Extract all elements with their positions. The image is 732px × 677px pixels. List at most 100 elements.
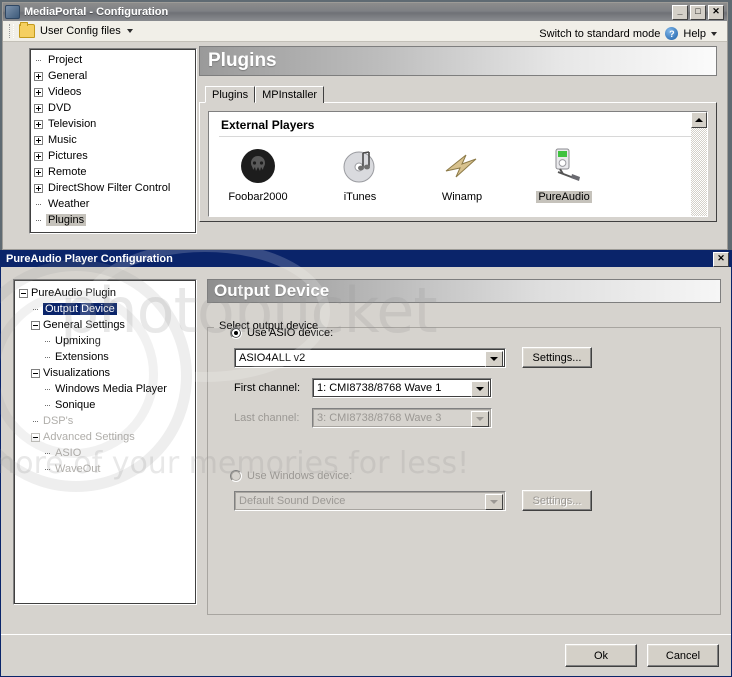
tree-item-music[interactable]: Music — [34, 132, 196, 148]
dialog-tree-item-windows-media-player[interactable]: Windows Media Player — [19, 381, 196, 397]
switch-to-standard-mode-link[interactable]: Switch to standard mode — [539, 28, 660, 40]
main-titlebar[interactable]: MediaPortal - Configuration _ □ ✕ — [3, 3, 727, 21]
first-channel-combobox[interactable]: 1: CMI8738/8768 Wave 1 — [312, 378, 492, 398]
tree-item-television[interactable]: Television — [34, 116, 196, 132]
tree-item-project[interactable]: Project — [34, 52, 196, 68]
triangle-down-icon — [490, 356, 498, 361]
chevron-down-icon[interactable] — [126, 29, 133, 33]
last-channel-row: Last channel: 3: CMI8738/8768 Wave 3 — [234, 408, 720, 428]
dialog-tree-item-general-settings[interactable]: General Settings — [19, 317, 196, 333]
tree-item-label: Advanced Settings — [43, 431, 135, 443]
help-label[interactable]: Help — [683, 28, 706, 40]
asio-device-combobox[interactable]: ASIO4ALL v2 — [234, 347, 506, 368]
tree-item-label: Music — [48, 134, 77, 146]
dropdown-arrow-icon — [471, 411, 489, 427]
first-channel-value: 1: CMI8738/8768 Wave 1 — [317, 382, 442, 394]
tree-item-plugins[interactable]: Plugins — [34, 212, 196, 228]
header-actions: Switch to standard mode ? Help — [539, 27, 717, 40]
tree-connector — [43, 449, 52, 458]
tree-item-weather[interactable]: Weather — [34, 196, 196, 212]
help-icon[interactable]: ? — [665, 27, 679, 40]
mediaportal-app-icon — [5, 5, 20, 19]
tree-item-label: General Settings — [43, 319, 125, 331]
tree-item-dvd[interactable]: DVD — [34, 100, 196, 116]
windows-device-value: Default Sound Device — [239, 494, 346, 507]
collapse-icon[interactable] — [31, 320, 40, 330]
player-item-pureaudio[interactable]: PureAudio — [529, 145, 599, 203]
player-item-itunes[interactable]: iTunes — [325, 145, 395, 203]
dropdown-arrow-icon[interactable] — [471, 381, 489, 397]
page-title: Plugins — [199, 46, 717, 76]
expand-icon[interactable] — [34, 71, 43, 81]
close-button[interactable]: ✕ — [708, 5, 724, 20]
dialog-tree-item-advanced-settings[interactable]: Advanced Settings — [19, 429, 196, 445]
dialog-tree-item-extensions[interactable]: Extensions — [19, 349, 196, 365]
expand-icon[interactable] — [34, 167, 43, 177]
player-label: Foobar2000 — [228, 191, 288, 203]
expand-icon[interactable] — [34, 151, 43, 161]
tree-item-label: Weather — [48, 198, 90, 210]
dialog-tree-item-waveout[interactable]: WaveOut — [19, 461, 196, 477]
dialog-close-button[interactable]: ✕ — [713, 252, 729, 267]
tree-item-label: WaveOut — [55, 463, 101, 475]
triangle-down-icon — [490, 499, 498, 504]
dialog-tree-item-sonique[interactable]: Sonique — [19, 397, 196, 413]
help-chevron-down-icon[interactable] — [711, 31, 717, 36]
dialog-tree-item-visualizations[interactable]: Visualizations — [19, 365, 196, 381]
collapse-icon[interactable] — [19, 288, 28, 298]
cancel-button[interactable]: Cancel — [647, 644, 719, 667]
triangle-down-icon — [476, 387, 484, 391]
dialog-tree-item-asio[interactable]: ASIO — [19, 445, 196, 461]
tree-item-label: DSP's — [43, 415, 74, 427]
radio-asio-icon[interactable] — [230, 327, 242, 339]
tab-mpinstaller[interactable]: MPInstaller — [255, 86, 325, 103]
dropdown-arrow-icon[interactable] — [485, 350, 503, 367]
player-label: PureAudio — [536, 191, 592, 203]
expand-icon[interactable] — [34, 135, 43, 145]
collapse-icon[interactable] — [31, 368, 40, 378]
dialog-titlebar[interactable]: PureAudio Player Configuration ✕ — [1, 251, 731, 267]
tree-item-directshow-filter-control[interactable]: DirectShow Filter Control — [34, 180, 196, 196]
dialog-tree-item-upmixing[interactable]: Upmixing — [19, 333, 196, 349]
tree-item-videos[interactable]: Videos — [34, 84, 196, 100]
tree-item-label: Visualizations — [43, 367, 111, 379]
winamp-icon — [427, 145, 497, 187]
asio-settings-button[interactable]: Settings... — [522, 347, 592, 368]
dialog-settings-tree[interactable]: PureAudio Plugin Output Device General S… — [13, 279, 197, 605]
dialog-tree-item-output-device[interactable]: Output Device — [19, 301, 196, 317]
expand-icon[interactable] — [34, 103, 43, 113]
tree-item-label: General — [48, 70, 88, 82]
expand-icon[interactable] — [34, 183, 43, 193]
maximize-button[interactable]: □ — [690, 5, 706, 20]
tree-item-remote[interactable]: Remote — [34, 164, 196, 180]
player-item-winamp[interactable]: Winamp — [427, 145, 497, 203]
external-players-list[interactable]: External Players Foobar2000 iTunes Winam… — [208, 111, 708, 217]
dialog-footer: Ok Cancel — [1, 634, 731, 676]
tree-item-general[interactable]: General — [34, 68, 196, 84]
last-channel-value: 3: CMI8738/8768 Wave 3 — [317, 412, 442, 424]
scroll-up-button[interactable] — [691, 112, 707, 128]
collapse-icon[interactable] — [31, 432, 40, 442]
dialog-tree-item-dsps[interactable]: DSP's — [19, 413, 196, 429]
dialog-tree-item-pureaudio-plugin[interactable]: PureAudio Plugin — [19, 285, 196, 301]
player-item-foobar2000[interactable]: Foobar2000 — [223, 145, 293, 203]
tree-connector — [34, 200, 43, 209]
tab-plugins[interactable]: Plugins — [205, 86, 256, 103]
ok-button[interactable]: Ok — [565, 644, 637, 667]
players-scrollbar[interactable] — [691, 112, 707, 216]
triangle-up-icon — [695, 118, 703, 122]
toolbar-grip[interactable] — [9, 24, 14, 38]
user-config-files-label[interactable]: User Config files — [40, 25, 121, 37]
select-output-device-group: Select output device Use ASIO device: AS… — [207, 320, 721, 615]
main-content-pane: Plugins Plugins MPInstaller External Pla… — [195, 42, 727, 250]
foobar2000-icon — [223, 145, 293, 187]
settings-tree[interactable]: Project General Videos DVD Television Mu… — [29, 48, 197, 234]
expand-icon[interactable] — [34, 119, 43, 129]
windows-device-row: Default Sound Device Settings... — [234, 490, 720, 511]
expand-icon[interactable] — [34, 87, 43, 97]
windows-device-combobox: Default Sound Device — [234, 490, 506, 511]
tree-item-pictures[interactable]: Pictures — [34, 148, 196, 164]
first-channel-row: First channel: 1: CMI8738/8768 Wave 1 — [234, 378, 720, 398]
dialog-page-title: Output Device — [207, 279, 721, 303]
minimize-button[interactable]: _ — [672, 5, 688, 20]
